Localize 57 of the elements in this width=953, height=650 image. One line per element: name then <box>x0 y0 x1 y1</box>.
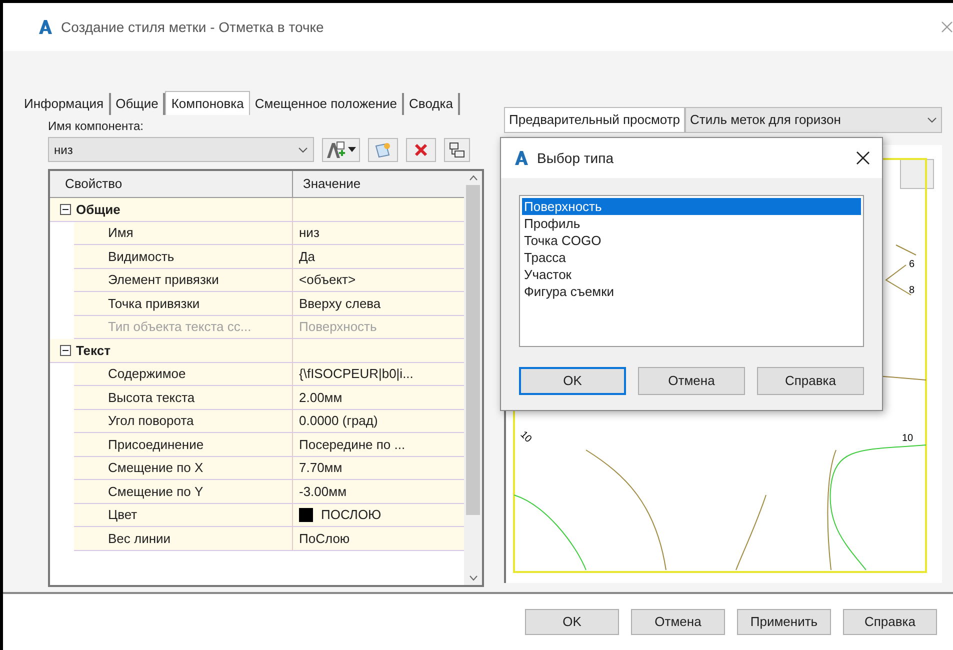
component-label: Имя компонента: <box>48 118 144 135</box>
property-name: Присоединение <box>108 436 204 454</box>
dialog-button[interactable]: Справка <box>843 609 937 635</box>
property-value: -3.00мм <box>299 482 347 500</box>
property-name: Элемент привязки <box>108 271 219 289</box>
style-dropdown[interactable]: Стиль меток для горизон <box>685 107 942 133</box>
list-item[interactable]: Трасса <box>522 249 861 266</box>
property-name: Вес линии <box>108 530 171 548</box>
property-name: Высота текста <box>108 388 195 406</box>
list-item[interactable]: Профиль <box>522 215 861 232</box>
tab[interactable]: Смещенное положение <box>250 93 404 115</box>
dialog-button[interactable]: Справка <box>757 367 864 395</box>
property-value: 7.70мм <box>299 459 342 477</box>
property-value: 2.00мм <box>299 388 342 406</box>
property-value: {\fISOCPEUR|b0|i... <box>299 365 414 383</box>
column-header[interactable]: Свойство <box>50 171 293 197</box>
property-value: Да <box>299 248 316 266</box>
property-value: Поверхность <box>299 318 377 336</box>
dialog-button[interactable]: OK <box>525 609 619 635</box>
contour-label: 8 <box>909 285 915 296</box>
property-name: Видимость <box>108 248 174 266</box>
property-name: Угол поворота <box>108 412 194 430</box>
list-item[interactable]: Участок <box>522 266 861 283</box>
column-header[interactable]: Значение <box>293 171 464 197</box>
property-name: Смещение по X <box>108 459 204 477</box>
property-name: Тип объекта текста сс... <box>108 318 252 336</box>
property-name: Цвет <box>108 506 138 524</box>
list-item[interactable]: Фигура съемки <box>522 283 861 300</box>
property-value: низ <box>299 224 320 242</box>
dialog-button[interactable]: Отмена <box>631 609 725 635</box>
property-value: ПоСлою <box>299 530 350 548</box>
property-name: Смещение по Y <box>108 482 204 501</box>
list-item[interactable]: Поверхность <box>522 198 861 215</box>
property-value: 0.0000 (град) <box>299 412 378 430</box>
property-name: Точка привязки <box>108 294 200 313</box>
dialog-button[interactable]: Применить <box>737 609 831 635</box>
property-name: Имя <box>108 224 134 242</box>
preview-button[interactable]: Предварительный просмотр <box>504 107 686 133</box>
list-item[interactable]: Точка COGO <box>522 232 861 249</box>
property-value: Посередине по ... <box>299 436 406 454</box>
tab[interactable]: Компоновка <box>165 91 250 115</box>
dialog-button[interactable]: OK <box>519 367 626 395</box>
property-name: Содержимое <box>108 365 186 383</box>
window-title: Создание стиля метки - Отметка в точке <box>61 18 324 37</box>
property-value: <объект> <box>299 271 356 289</box>
contour-label: 6 <box>909 259 915 270</box>
property-value: ПОСЛОЮ <box>321 506 382 524</box>
tab[interactable]: Сводка <box>404 93 460 115</box>
contour-label: 10 <box>902 433 914 444</box>
dialog-button[interactable]: Отмена <box>638 367 745 395</box>
group-label: Общие <box>76 200 120 219</box>
property-value: Вверху слева <box>299 294 381 313</box>
dialog-title: Выбор типа <box>537 148 614 168</box>
contour-label: 10 <box>518 429 534 445</box>
group-label: Текст <box>76 342 110 360</box>
tab[interactable]: Информация <box>19 93 111 115</box>
component-dropdown[interactable]: низ <box>48 137 314 162</box>
